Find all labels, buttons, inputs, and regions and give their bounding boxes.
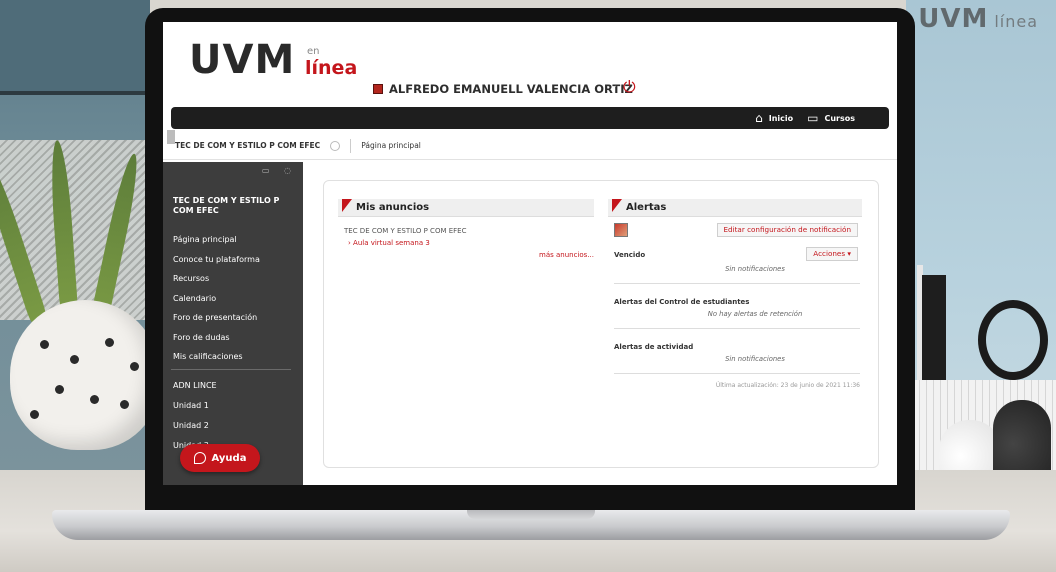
scissors: [978, 300, 1048, 380]
section-label: Vencido: [614, 251, 646, 259]
courses-icon[interactable]: ▭: [807, 111, 818, 125]
sidebar-item-recursos[interactable]: Recursos: [173, 269, 298, 289]
sidebar-list: Página principal Conoce tu plataforma Re…: [173, 230, 298, 367]
section-label: Alertas de actividad: [614, 343, 694, 351]
more-announcements-link[interactable]: más anuncios...: [338, 251, 594, 259]
empty-state-text: Sin notificaciones: [725, 355, 785, 363]
sidebar-item-unidad-1[interactable]: Unidad 1: [173, 396, 298, 416]
wall-panel: [0, 0, 150, 95]
module-alertas: Alertas Editar configuración de notifica…: [608, 199, 862, 389]
module-flag-icon: [612, 199, 622, 212]
user-avatar-icon: [373, 84, 383, 94]
main-content-panel: Mis anuncios TEC DE COM Y ESTILO P COM E…: [323, 180, 879, 468]
sidebar-item-unidad-2[interactable]: Unidad 2: [173, 416, 298, 436]
section-label: Alertas del Control de estudiantes: [614, 298, 750, 306]
announcement-link[interactable]: › Aula virtual semana 3: [348, 239, 594, 247]
sidebar-course-title[interactable]: TEC DE COM Y ESTILO P COM EFEC: [173, 196, 293, 216]
sidebar-divider: [171, 369, 291, 370]
sidebar-item-adn-lince[interactable]: ADN LINCE: [173, 376, 298, 396]
pencil-cup: [922, 275, 946, 390]
top-navigation-bar: ⌂ Inicio ▭ Cursos: [171, 107, 889, 129]
sidebar-tools-icons[interactable]: ▭ ◌: [262, 166, 297, 175]
laptop-notch: [467, 510, 595, 519]
uvm-logo[interactable]: UVM en línea: [189, 40, 357, 80]
module-header[interactable]: Mis anuncios: [338, 199, 594, 217]
divider: [614, 373, 860, 374]
sidebar-item-conoce-tu-plataforma[interactable]: Conoce tu plataforma: [173, 250, 298, 270]
nav-cursos[interactable]: Cursos: [824, 114, 855, 123]
home-icon[interactable]: ⌂: [755, 111, 763, 125]
user-avatar: [614, 223, 628, 237]
sidebar-item-foro-dudas[interactable]: Foro de dudas: [173, 328, 298, 348]
module-header[interactable]: Alertas: [608, 199, 862, 217]
last-updated-text: Última actualización: 23 de junio de 202…: [715, 382, 860, 389]
sidebar-item-foro-presentacion[interactable]: Foro de presentación: [173, 308, 298, 328]
divider: [614, 283, 860, 284]
user-name: ALFREDO EMANUELL VALENCIA ORTIZ: [389, 82, 633, 96]
laptop-screen: UVM en línea ALFREDO EMANUELL VALENCIA O…: [163, 22, 897, 485]
course-menu-sidebar: ▭ ◌ TEC DE COM Y ESTILO P COM EFEC Págin…: [163, 162, 303, 485]
sidebar-item-pagina-principal[interactable]: Página principal: [173, 230, 298, 250]
module-flag-icon: [342, 199, 352, 212]
alert-toolbar: Editar configuración de notificación: [608, 217, 862, 243]
wall-logo: UVM línea: [918, 4, 1038, 34]
module-mis-anuncios: Mis anuncios TEC DE COM Y ESTILO P COM E…: [338, 199, 594, 259]
help-button[interactable]: Ayuda: [180, 444, 260, 472]
chat-bubble-icon: [193, 452, 206, 464]
breadcrumb-page: Página principal: [361, 141, 421, 150]
announcement-course: TEC DE COM Y ESTILO P COM EFEC: [344, 227, 467, 235]
empty-state-text: No hay alertas de retención: [707, 310, 803, 318]
breadcrumb-separator: [350, 138, 352, 153]
breadcrumb: TEC DE COM Y ESTILO P COM EFEC Página pr…: [163, 132, 897, 160]
sidebar-item-calendario[interactable]: Calendario: [173, 289, 298, 309]
edit-notification-settings-button[interactable]: Editar configuración de notificación: [716, 223, 858, 237]
breadcrumb-course[interactable]: TEC DE COM Y ESTILO P COM EFEC: [175, 141, 320, 150]
empty-state-text: Sin notificaciones: [725, 265, 785, 273]
alert-row-vencido: Vencido Acciones ▾: [608, 243, 862, 265]
separator: ·: [614, 82, 618, 93]
plant-pot: [10, 300, 160, 450]
site-header: UVM en línea ALFREDO EMANUELL VALENCIA O…: [163, 22, 897, 106]
logout-power-icon[interactable]: ⏻: [623, 78, 641, 96]
nav-inicio[interactable]: Inicio: [769, 114, 793, 123]
actions-dropdown-button[interactable]: Acciones ▾: [806, 247, 858, 261]
user-menu[interactable]: ALFREDO EMANUELL VALENCIA ORTIZ: [373, 82, 633, 96]
breadcrumb-menu-icon[interactable]: [330, 140, 341, 151]
divider: [614, 328, 860, 329]
sidebar-item-mis-calificaciones[interactable]: Mis calificaciones: [173, 347, 298, 367]
